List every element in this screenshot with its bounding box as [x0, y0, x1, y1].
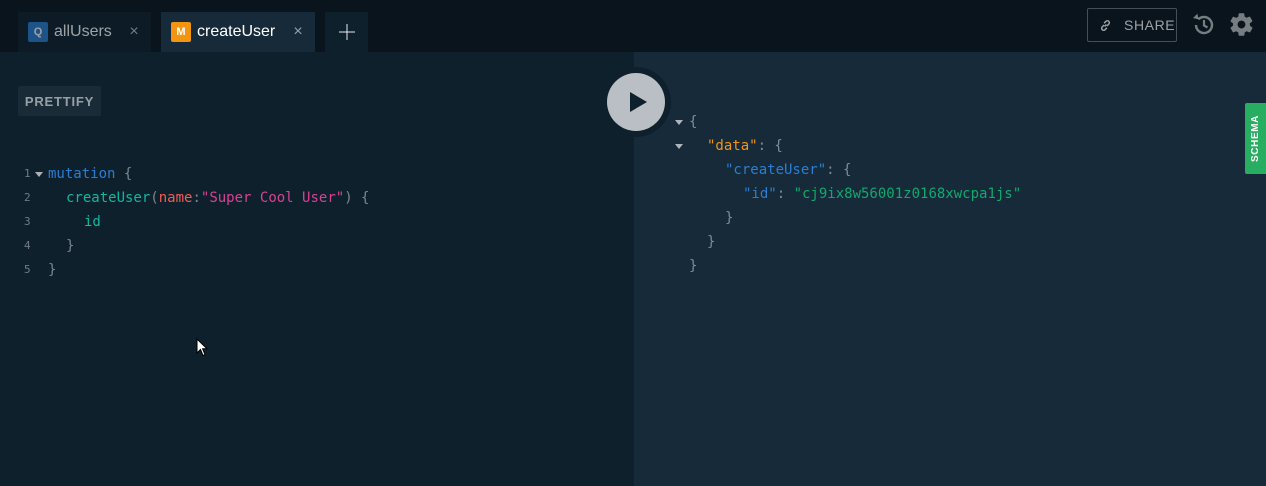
tab-all-users[interactable]: Q allUsers ×	[18, 12, 151, 52]
query-editor[interactable]	[0, 60, 634, 486]
line-number: 1	[24, 167, 31, 180]
prettify-button[interactable]: PRETTIFY	[18, 86, 101, 116]
json-line: }	[707, 234, 716, 250]
fold-arrow-icon[interactable]	[675, 144, 683, 149]
result-panel	[634, 60, 1266, 486]
tab-label: createUser	[197, 23, 276, 40]
json-line: "createUser": {	[725, 162, 852, 178]
json-line: {	[689, 114, 698, 130]
gear-icon[interactable]	[1228, 11, 1255, 38]
schema-tab[interactable]: SCHEMA	[1245, 103, 1266, 174]
json-line: }	[725, 210, 734, 226]
json-line: "id": "cj9ix8w56001z0168xwcpa1js"	[743, 186, 1022, 202]
share-label: SHARE	[1124, 17, 1176, 33]
play-icon	[629, 92, 647, 112]
fold-arrow-icon[interactable]	[35, 172, 43, 177]
history-icon[interactable]	[1190, 12, 1216, 38]
line-number: 3	[24, 215, 31, 228]
code-line: }	[66, 238, 75, 254]
line-number: 4	[24, 239, 31, 252]
link-icon	[1100, 19, 1111, 31]
close-icon[interactable]: ×	[127, 22, 141, 42]
line-number: 5	[24, 263, 31, 276]
fold-arrow-icon[interactable]	[675, 120, 683, 125]
mouse-cursor-icon	[196, 338, 208, 357]
tab-create-user[interactable]: M createUser ×	[161, 12, 315, 52]
json-line: }	[689, 258, 698, 274]
plus-icon	[338, 24, 355, 40]
tab-bar: Q allUsers × M createUser × SHARE	[0, 0, 1266, 52]
query-badge: Q	[28, 22, 48, 42]
panel-header-strip	[0, 52, 1266, 60]
line-number: 2	[24, 191, 31, 204]
code-line: }	[48, 262, 57, 278]
close-icon[interactable]: ×	[291, 22, 305, 42]
code-line: createUser(name:"Super Cool User") {	[66, 190, 370, 206]
code-line: mutation {	[48, 166, 133, 182]
mutation-badge: M	[171, 22, 191, 42]
schema-label: SCHEMA	[1250, 115, 1261, 162]
add-tab-button[interactable]	[325, 12, 368, 52]
share-button[interactable]: SHARE	[1087, 8, 1177, 42]
tab-label: allUsers	[54, 23, 112, 40]
execute-query-button[interactable]	[601, 67, 671, 137]
json-line: "data": {	[707, 138, 783, 154]
execute-button-face[interactable]	[607, 73, 665, 131]
code-line: id	[84, 214, 101, 230]
